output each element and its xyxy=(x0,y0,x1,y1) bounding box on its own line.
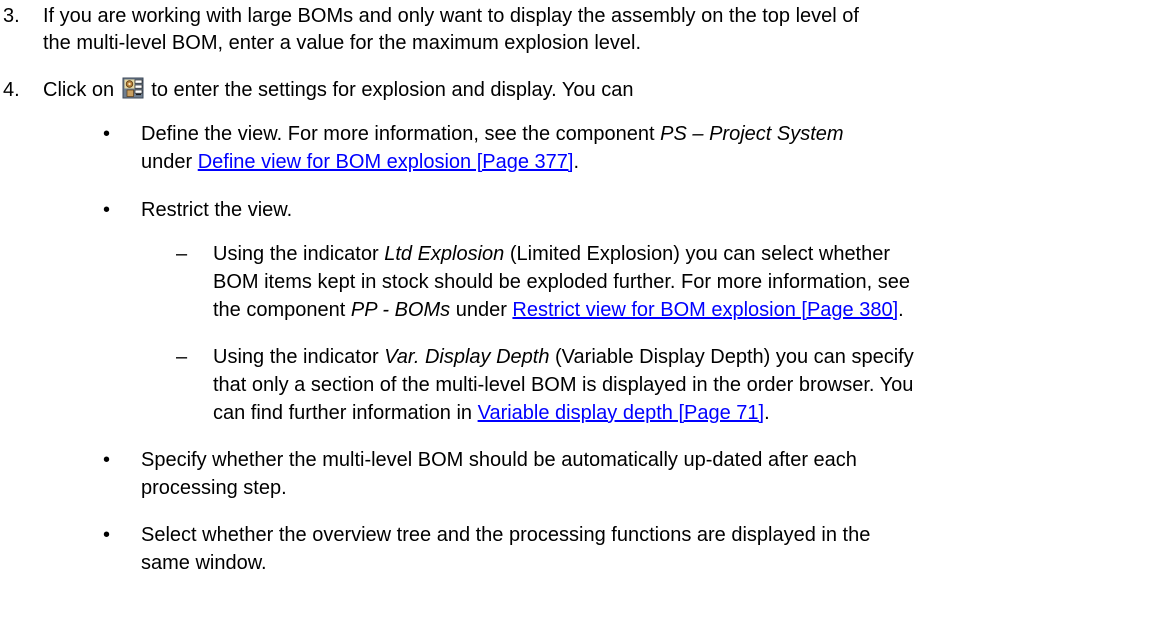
ltd-explosion-line-1: Using the indicator Ltd Explosion (Limit… xyxy=(213,240,1143,268)
restrict-view-link[interactable]: Restrict view for BOM explosion [Page 38… xyxy=(512,299,898,321)
bullet-text: Specify whether the multi-level BOM shou… xyxy=(141,446,1141,502)
dash-text: Using the indicator Ltd Explosion (Limit… xyxy=(213,240,1143,324)
step-3-line-2: the multi-level BOM, enter a value for t… xyxy=(43,32,642,54)
component-name: PP - BOMs xyxy=(350,299,451,321)
var-text: Using the indicator xyxy=(213,346,385,368)
bullet-define-view: • Define the view. For more information,… xyxy=(0,120,1145,180)
step-number: 3. xyxy=(3,5,20,27)
bullet-text: Select whether the overview tree and the… xyxy=(141,521,1141,577)
component-name: PS – Project System xyxy=(660,123,844,145)
ltd-text: (Limited Explosion) you can select wheth… xyxy=(504,243,891,265)
bullet-marker: • xyxy=(103,199,111,221)
ltd-text: the component xyxy=(213,299,351,321)
bullet-same-window: • Select whether the overview tree and t… xyxy=(0,521,1145,581)
define-view-line-1: Define the view. For more information, s… xyxy=(141,120,1141,148)
var-display-line-2: that only a section of the multi-level B… xyxy=(213,374,914,396)
step-4: 4. Click on to enter the settings for ex… xyxy=(0,77,1145,107)
bullet-marker: • xyxy=(103,449,111,471)
dash-item-var-display-depth: – Using the indicator Var. Display Depth… xyxy=(0,343,1145,433)
step-3-line-1: If you are working with large BOMs and o… xyxy=(43,5,859,27)
settings-icon[interactable] xyxy=(122,77,144,99)
same-window-line-2: same window. xyxy=(141,552,267,574)
same-window-line-1: Select whether the overview tree and the… xyxy=(141,524,871,546)
dash-text: Using the indicator Var. Display Depth (… xyxy=(213,343,1143,427)
period: . xyxy=(898,299,904,321)
var-display-line-1: Using the indicator Var. Display Depth (… xyxy=(213,343,1143,371)
bullet-restrict-view: • Restrict the view. xyxy=(0,196,1145,226)
var-text: can find further information in xyxy=(213,402,478,424)
step-text: Click on to enter the settings for explo… xyxy=(43,77,1143,104)
auto-update-line-2: processing step. xyxy=(141,477,287,499)
bullet-marker: • xyxy=(103,123,111,145)
ltd-explosion-line-3: the component PP - BOMs under Restrict v… xyxy=(213,296,1143,324)
define-view-link[interactable]: Define view for BOM explosion [Page 377] xyxy=(198,151,574,173)
period: . xyxy=(573,151,580,173)
step-4-text-after-icon: to enter the settings for explosion and … xyxy=(151,79,634,101)
variable-display-depth-link[interactable]: Variable display depth [Page 71] xyxy=(478,402,765,424)
document-body: 3. If you are working with large BOMs an… xyxy=(0,0,1150,619)
ltd-text: Using the indicator xyxy=(213,243,385,265)
bullet-marker: • xyxy=(103,524,111,546)
ltd-explosion-line-2: BOM items kept in stock should be explod… xyxy=(213,271,910,293)
dash-item-ltd-explosion: – Using the indicator Ltd Explosion (Lim… xyxy=(0,240,1145,330)
indicator-name: Ltd Explosion xyxy=(384,243,505,265)
step-number: 4. xyxy=(3,79,20,101)
bullet-auto-update: • Specify whether the multi-level BOM sh… xyxy=(0,446,1145,506)
define-view-text: Define the view. For more information, s… xyxy=(141,123,661,145)
var-display-line-3: can find further information in Variable… xyxy=(213,399,1143,427)
bullet-text: Restrict the view. xyxy=(141,199,293,221)
indicator-name: Var. Display Depth xyxy=(384,346,550,368)
period: . xyxy=(764,402,770,424)
auto-update-line-1: Specify whether the multi-level BOM shou… xyxy=(141,449,857,471)
define-view-text: under xyxy=(141,151,198,173)
var-text: (Variable Display Depth) you can specify xyxy=(549,346,914,368)
step-4-text-before-icon: Click on xyxy=(43,79,115,101)
ltd-text: under xyxy=(450,299,513,321)
step-3: 3. If you are working with large BOMs an… xyxy=(0,3,1145,63)
define-view-line-2: under Define view for BOM explosion [Pag… xyxy=(141,148,1141,176)
bullet-text: Define the view. For more information, s… xyxy=(141,120,1141,176)
step-text: If you are working with large BOMs and o… xyxy=(43,3,1143,57)
dash-marker: – xyxy=(176,243,188,265)
dash-marker: – xyxy=(176,346,188,368)
